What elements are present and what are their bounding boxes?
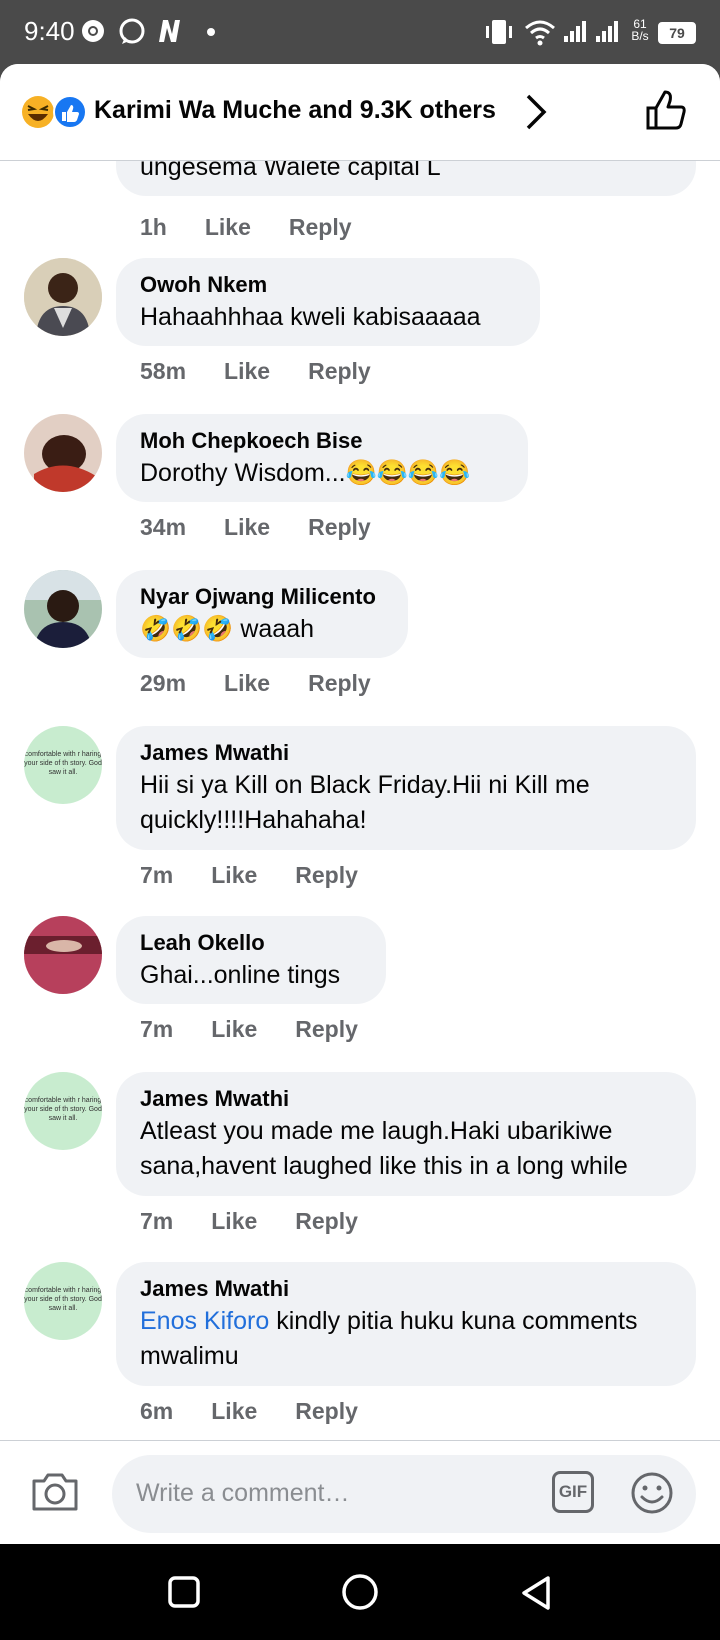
comment-actions: 7m Like Reply — [140, 1208, 396, 1235]
comment-bubble[interactable]: Leah Okello Ghai...online tings — [116, 916, 386, 1004]
comment-time: 7m — [140, 1208, 174, 1234]
comment-actions: 34m Like Reply — [140, 514, 409, 541]
vibrate-icon — [486, 20, 512, 44]
emoji-icon[interactable] — [630, 1471, 674, 1515]
avatar[interactable]: comfortable with r haring your side of t… — [24, 1262, 102, 1340]
comment-bubble[interactable]: Moh Chepkoech Bise Dorothy Wisdom...😂😂😂😂 — [116, 414, 528, 502]
comments-list: ungesema Walete capital L 1h Like Reply Ow… — [0, 160, 720, 1504]
reply-button[interactable]: Reply — [308, 670, 371, 697]
comment-input[interactable]: Write a comment… GIF — [112, 1455, 696, 1533]
comment-text: Dorothy Wisdom...😂😂😂😂 — [140, 459, 471, 487]
commenter-name[interactable]: Owoh Nkem — [140, 270, 516, 300]
like-button[interactable]: Like — [211, 862, 257, 889]
avatar-text-image: comfortable with r haring your side of t… — [24, 1097, 102, 1122]
comment-text: Atleast you made me laugh.Haki ubarikiwe… — [140, 1117, 628, 1180]
like-button[interactable]: Like — [211, 1398, 257, 1425]
commenter-name[interactable]: James Mwathi — [140, 1274, 672, 1304]
system-nav-bar — [0, 1544, 720, 1640]
comment-actions: 58m Like Reply — [140, 358, 409, 385]
reactions-header[interactable]: Karimi Wa Muche and 9.3K others — [0, 64, 720, 161]
reply-button[interactable]: Reply — [295, 1016, 358, 1043]
reply-button[interactable]: Reply — [289, 214, 352, 241]
status-bar: 9:40 61 B/s 79 — [0, 0, 720, 64]
net-speed: 61 B/s — [631, 17, 649, 43]
comments-sheet: Karimi Wa Muche and 9.3K others ungesema… — [0, 64, 720, 1544]
like-button[interactable]: Like — [224, 670, 270, 697]
comment-actions: 29m Like Reply — [140, 670, 409, 697]
reply-button[interactable]: Reply — [295, 862, 358, 889]
avatar-text-image: comfortable with r haring your side of t… — [24, 1287, 102, 1312]
mention-link[interactable]: Enos Kiforo — [140, 1307, 269, 1335]
chevron-right-icon[interactable] — [524, 92, 548, 132]
home-icon[interactable] — [340, 1574, 380, 1614]
comment-text: Ghai...online tings — [140, 961, 341, 989]
comment-bubble[interactable]: James Mwathi Atleast you made me laugh.H… — [116, 1072, 696, 1196]
reply-button[interactable]: Reply — [295, 1398, 358, 1425]
comment-actions: 6m Like Reply — [140, 1398, 396, 1425]
reactions-summary: Karimi Wa Muche and 9.3K others — [94, 96, 496, 124]
commenter-name[interactable]: James Mwathi — [140, 1084, 672, 1114]
reply-button[interactable]: Reply — [308, 514, 371, 541]
comment-bubble[interactable]: Nyar Ojwang Milicento 🤣🤣🤣 waaah — [116, 570, 408, 658]
commenter-name[interactable]: James Mwathi — [140, 738, 672, 768]
avatar[interactable]: comfortable with r haring your side of t… — [24, 1072, 102, 1150]
comment-text: Enos Kiforo kindly pitia huku kuna comme… — [140, 1304, 672, 1374]
signal-icon-1 — [564, 21, 586, 42]
battery-indicator: 79 — [658, 22, 696, 44]
avatar[interactable] — [24, 258, 102, 336]
person-photo — [24, 258, 102, 336]
recent-apps-icon[interactable] — [166, 1574, 202, 1610]
like-button[interactable]: Like — [211, 1208, 257, 1235]
person-photo — [24, 414, 102, 492]
comment-text: Hii si ya Kill on Black Friday.Hii ni Ki… — [140, 771, 590, 834]
comment-text: Hahaahhhaa kweli kabisaaaaa — [140, 303, 481, 331]
whatsapp-icon — [119, 18, 145, 44]
dot-icon — [207, 28, 215, 36]
comment-actions: 7m Like Reply — [140, 862, 396, 889]
comment-time: 29m — [140, 670, 187, 696]
person-photo — [24, 916, 102, 994]
comment-time: 6m — [140, 1398, 174, 1424]
reply-button[interactable]: Reply — [308, 358, 371, 385]
reaction-icons — [22, 95, 87, 129]
comment-actions: 7m Like Reply — [140, 1016, 396, 1043]
comment-time: 58m — [140, 358, 187, 384]
person-photo — [24, 570, 102, 648]
signal-icon-2 — [596, 21, 618, 42]
comment-time: 34m — [140, 514, 187, 540]
avatar[interactable] — [24, 570, 102, 648]
chrome-icon — [82, 20, 104, 42]
status-time: 9:40 — [24, 16, 75, 46]
like-thumb-icon[interactable] — [644, 88, 688, 132]
camera-icon[interactable] — [30, 1469, 80, 1513]
commenter-name[interactable]: Leah Okello — [140, 928, 362, 958]
wifi-icon — [525, 20, 555, 46]
avatar[interactable] — [24, 916, 102, 994]
reply-button[interactable]: Reply — [295, 1208, 358, 1235]
comment-bubble[interactable]: ungesema Walete capital L — [116, 160, 696, 196]
comment-text: ungesema Walete capital L — [140, 160, 441, 181]
back-icon[interactable] — [518, 1574, 554, 1612]
comment-time: 7m — [140, 862, 174, 888]
comment-bubble[interactable]: James Mwathi Hii si ya Kill on Black Fri… — [116, 726, 696, 850]
comment-time: 1h — [140, 214, 167, 240]
like-button[interactable]: Like — [211, 1016, 257, 1043]
comment-text: 🤣🤣🤣 waaah — [140, 615, 314, 643]
comment-bubble[interactable]: Owoh Nkem Hahaahhhaa kweli kabisaaaaa — [116, 258, 540, 346]
commenter-name[interactable]: Moh Chepkoech Bise — [140, 426, 504, 456]
commenter-name[interactable]: Nyar Ojwang Milicento — [140, 582, 384, 612]
comment-time: 7m — [140, 1016, 174, 1042]
comment-bubble[interactable]: James Mwathi Enos Kiforo kindly pitia hu… — [116, 1262, 696, 1386]
comment-actions: 1h Like Reply — [140, 214, 390, 241]
news-app-icon — [159, 20, 180, 42]
comment-input-placeholder: Write a comment… — [136, 1479, 350, 1507]
like-button[interactable]: Like — [224, 514, 270, 541]
comment-composer: Write a comment… GIF — [0, 1440, 720, 1544]
gif-button[interactable]: GIF — [552, 1471, 594, 1513]
like-button[interactable]: Like — [224, 358, 270, 385]
avatar[interactable]: comfortable with r haring your side of t… — [24, 726, 102, 804]
avatar[interactable] — [24, 414, 102, 492]
avatar-text-image: comfortable with r haring your side of t… — [24, 751, 102, 776]
like-button[interactable]: Like — [205, 214, 251, 241]
